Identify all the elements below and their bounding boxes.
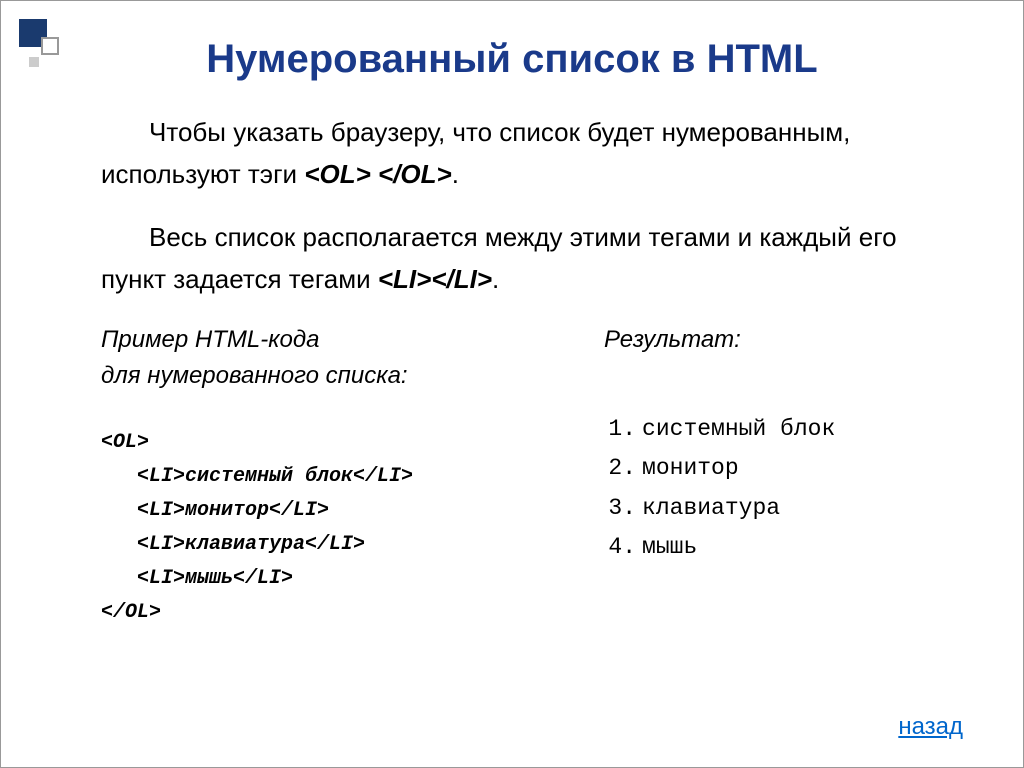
content-area: Чтобы указать браузеру, что список будет… (1, 112, 1023, 630)
right-column: Результат: 1. системный блок 2. монитор … (604, 322, 953, 630)
code-ol-open: <OL> (101, 426, 544, 460)
result-item-4: 4. мышь (604, 528, 953, 567)
code-li-1: <LI>системный блок</LI> (101, 460, 544, 494)
code-example-label-line1: Пример HTML-кода (101, 322, 544, 358)
result-item-2: 2. монитор (604, 449, 953, 488)
code-li-4: <LI>мышь</LI> (101, 562, 544, 596)
para1-end: . (452, 159, 459, 189)
result-item-3: 3. клавиатура (604, 489, 953, 528)
page-title: Нумерованный список в HTML (1, 37, 1023, 82)
back-link[interactable]: назад (898, 713, 963, 741)
para1-text: Чтобы указать браузеру, что список будет… (101, 117, 850, 189)
result-text-2: монитор (642, 449, 739, 488)
li-tag-label: <LI></LI> (378, 264, 492, 294)
result-num-2: 2. (604, 449, 642, 488)
left-column: Пример HTML-кода для нумерованного списк… (101, 322, 544, 630)
result-text-4: мышь (642, 528, 697, 567)
two-column-layout: Пример HTML-кода для нумерованного списк… (101, 322, 953, 630)
result-num-4: 4. (604, 528, 642, 567)
result-text-3: клавиатура (642, 489, 780, 528)
code-ol-close: </OL> (101, 596, 544, 630)
result-num-1: 1. (604, 410, 642, 449)
code-li-3: <LI>клавиатура</LI> (101, 528, 544, 562)
code-example-label-line2: для нумерованного списка: (101, 358, 544, 394)
paragraph-2: Весь список располагается между этими те… (101, 217, 953, 300)
code-li-2: <LI>монитор</LI> (101, 494, 544, 528)
code-block: <OL> <LI>системный блок</LI> <LI>монитор… (101, 426, 544, 630)
result-item-1: 1. системный блок (604, 410, 953, 449)
paragraph-1: Чтобы указать браузеру, что список будет… (101, 112, 953, 195)
result-num-3: 3. (604, 489, 642, 528)
result-text-1: системный блок (642, 410, 835, 449)
result-label: Результат: (604, 322, 953, 358)
decor-square-outline (41, 37, 59, 55)
result-list: 1. системный блок 2. монитор 3. клавиату… (604, 410, 953, 566)
corner-decoration (19, 19, 69, 69)
para2-end: . (492, 264, 499, 294)
slide-container: Нумерованный список в HTML Чтобы указать… (0, 0, 1024, 768)
ol-tag-label: <OL> </OL> (304, 159, 451, 189)
decor-square-light (29, 57, 39, 67)
